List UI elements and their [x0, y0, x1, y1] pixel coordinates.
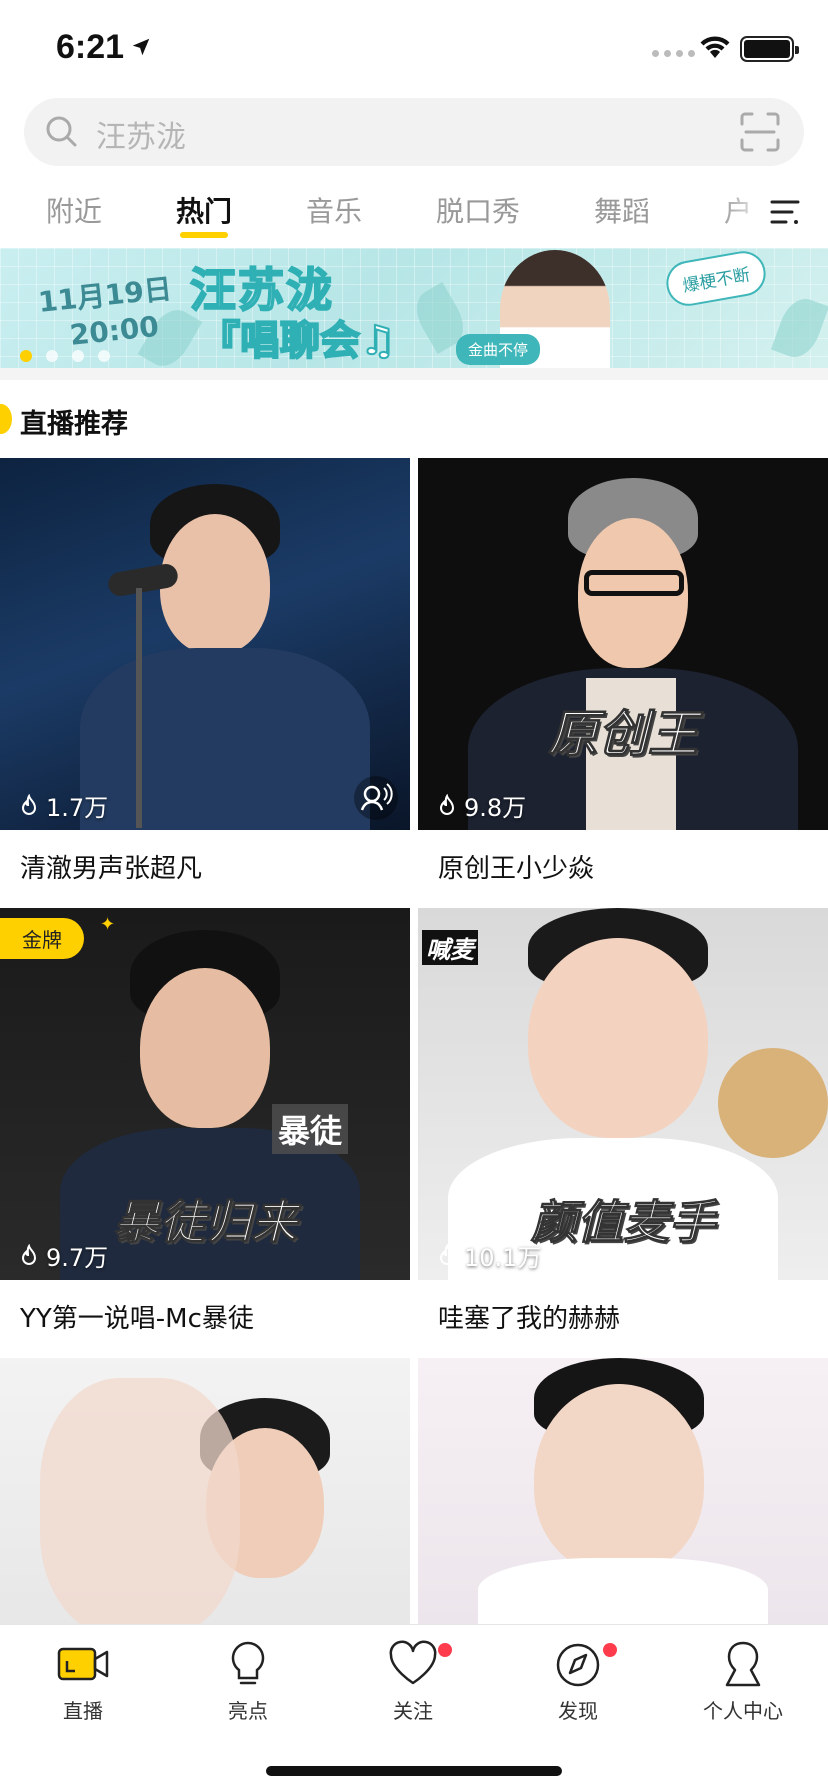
- tab-talk-show[interactable]: 脱口秀: [436, 190, 520, 230]
- nav-live[interactable]: 直播: [18, 1639, 148, 1724]
- view-count: 9.7万: [18, 1238, 108, 1273]
- flame-icon: [21, 1243, 37, 1265]
- voice-chat-icon: [354, 776, 398, 820]
- nav-label: 个人中心: [703, 1699, 783, 1723]
- heart-icon: [389, 1640, 437, 1685]
- section-title: 直播推荐: [20, 409, 128, 440]
- tab-hot[interactable]: 热门: [176, 190, 232, 230]
- location-arrow-icon: [132, 38, 150, 56]
- section-marker: [0, 404, 12, 434]
- wifi-icon: [700, 36, 730, 58]
- live-thumbnail: [0, 1358, 410, 1628]
- flame-icon: [439, 1243, 455, 1265]
- streamer-name: 哇塞了我的赫赫: [438, 1304, 621, 1334]
- live-card[interactable]: 1.7万 清澈男声张超凡: [0, 458, 410, 908]
- live-thumbnail: 原创王: [418, 458, 828, 830]
- nav-highlights[interactable]: 亮点: [183, 1639, 313, 1724]
- pager-dot: [98, 350, 110, 362]
- menu-icon[interactable]: [770, 196, 800, 228]
- streamer-name: 原创王小少焱: [438, 854, 595, 884]
- nav-follow[interactable]: 关注: [348, 1639, 478, 1724]
- live-camera-icon: [57, 1647, 109, 1681]
- banner-date: 11月19日 20:00: [36, 272, 174, 352]
- live-card[interactable]: 原创王 9.8万 原创王小少焱: [418, 458, 828, 908]
- live-thumbnail: 喊麦 颜值麦手: [418, 908, 828, 1280]
- nav-label: 发现: [558, 1699, 598, 1723]
- active-tab-indicator: [180, 232, 228, 238]
- live-card[interactable]: [418, 1358, 828, 1628]
- tab-music[interactable]: 音乐: [306, 190, 362, 230]
- banner-pager: [20, 350, 110, 362]
- thumbnail-small-text: 暴徒: [272, 1104, 349, 1154]
- view-count: 9.8万: [436, 788, 526, 823]
- nav-label: 关注: [393, 1699, 433, 1723]
- flame-icon: [439, 793, 455, 815]
- tab-fade: [720, 190, 770, 240]
- thumbnail-overlay-text: 原创王: [548, 705, 699, 764]
- scan-icon[interactable]: [740, 112, 780, 152]
- tab-nearby[interactable]: 附近: [46, 190, 102, 230]
- pager-dot: [46, 350, 58, 362]
- status-time: 6:21: [56, 28, 125, 66]
- nav-discover[interactable]: 发现: [513, 1639, 643, 1724]
- pager-dot: [20, 350, 32, 362]
- view-count: 1.7万: [18, 788, 108, 823]
- live-thumbnail: [0, 458, 410, 830]
- notification-dot: [603, 1643, 617, 1657]
- live-card[interactable]: 喊麦 颜值麦手 10.1万 哇塞了我的赫赫: [418, 908, 828, 1358]
- streamer-name: 清澈男声张超凡: [20, 854, 203, 884]
- thumbnail-corner-text: 喊麦: [422, 930, 478, 965]
- pager-dot: [72, 350, 84, 362]
- nav-label: 亮点: [228, 1699, 268, 1723]
- banner-subtitle: 『唱聊会♫: [199, 317, 397, 365]
- search-input[interactable]: 汪苏泷: [96, 112, 186, 156]
- live-card[interactable]: [0, 1358, 410, 1628]
- flame-icon: [21, 793, 37, 815]
- promo-banner[interactable]: 11月19日 20:00 汪苏泷 『唱聊会♫ 金曲不停 爆梗不断: [0, 248, 828, 368]
- nav-label: 直播: [63, 1699, 103, 1723]
- home-indicator[interactable]: [266, 1766, 562, 1776]
- live-thumbnail: 暴徒 暴徒归来: [0, 908, 410, 1280]
- nav-profile[interactable]: 个人中心: [678, 1639, 808, 1724]
- compass-icon: [556, 1643, 600, 1687]
- category-tabs: 附近 热门 音乐 脱口秀 舞蹈 户: [0, 190, 828, 246]
- lightbulb-icon: [231, 1641, 265, 1685]
- search-bar[interactable]: 汪苏泷: [24, 98, 804, 166]
- streamer-name: YY第一说唱-Mc暴徒: [20, 1304, 254, 1334]
- live-card[interactable]: 暴徒 暴徒归来 金牌 ✦ 9.7万 YY第一说唱-Mc暴徒: [0, 908, 410, 1358]
- live-thumbnail: [418, 1358, 828, 1628]
- sparkle-icon: ✦: [100, 914, 116, 935]
- signal-icon: [652, 50, 695, 57]
- status-bar: 6:21: [0, 0, 828, 96]
- person-icon: [725, 1641, 761, 1687]
- notification-dot: [438, 1643, 452, 1657]
- battery-icon: [740, 36, 799, 62]
- tab-dance[interactable]: 舞蹈: [594, 190, 650, 230]
- gold-badge: 金牌: [0, 918, 84, 959]
- divider: [0, 368, 828, 380]
- banner-pill: 金曲不停: [456, 334, 541, 365]
- search-icon: [46, 116, 77, 147]
- view-count: 10.1万: [436, 1238, 541, 1273]
